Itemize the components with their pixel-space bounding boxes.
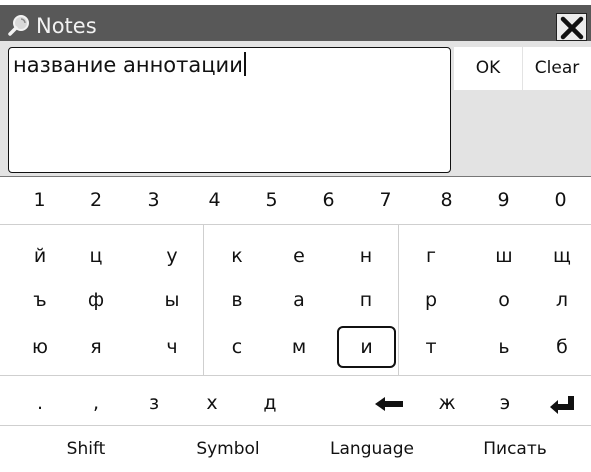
key-8[interactable]: 8 xyxy=(418,181,475,219)
key-ы[interactable]: ы xyxy=(143,281,201,319)
close-button[interactable] xyxy=(556,13,587,41)
key-э[interactable]: э xyxy=(476,384,534,422)
key-т[interactable]: т xyxy=(402,328,460,366)
key-ф[interactable]: ф xyxy=(67,281,125,319)
backspace-key[interactable] xyxy=(360,384,418,422)
key-ю[interactable]: ю xyxy=(10,328,70,366)
window-title: Notes xyxy=(36,14,97,38)
text-caret xyxy=(243,52,246,76)
virtual-keyboard xyxy=(0,176,591,472)
key-4[interactable]: 4 xyxy=(186,181,243,219)
key-ж[interactable]: ж xyxy=(418,384,476,422)
key-й[interactable]: й xyxy=(10,237,70,275)
group-divider xyxy=(203,225,204,375)
key-щ[interactable]: щ xyxy=(533,237,591,275)
symbol-key[interactable]: Symbol xyxy=(180,430,276,468)
row-divider xyxy=(0,375,591,376)
key-3[interactable]: 3 xyxy=(125,181,182,219)
group-divider xyxy=(398,225,399,375)
key-ъ[interactable]: ъ xyxy=(10,281,70,319)
key-к[interactable]: к xyxy=(208,237,266,275)
key-р[interactable]: р xyxy=(402,281,460,319)
key-ш[interactable]: ш xyxy=(475,237,533,275)
key-5[interactable]: 5 xyxy=(243,181,300,219)
key-9[interactable]: 9 xyxy=(475,181,532,219)
key-6[interactable]: 6 xyxy=(300,181,357,219)
key-в[interactable]: в xyxy=(208,281,266,319)
close-icon xyxy=(560,16,584,40)
key-а[interactable]: а xyxy=(270,281,328,319)
clear-button[interactable]: Clear xyxy=(522,47,591,90)
key-г[interactable]: г xyxy=(402,237,460,275)
key-х[interactable]: х xyxy=(183,384,241,422)
ok-button[interactable]: OK xyxy=(454,47,522,90)
key-ь[interactable]: ь xyxy=(475,328,533,366)
magnifier-icon xyxy=(8,15,29,36)
key-2[interactable]: 2 xyxy=(67,181,125,219)
key-п[interactable]: п xyxy=(337,281,395,319)
key-у[interactable]: у xyxy=(143,237,201,275)
key-е[interactable]: е xyxy=(270,237,328,275)
key-ц[interactable]: ц xyxy=(67,237,125,275)
left-arrow-icon xyxy=(375,396,403,411)
key-д[interactable]: д xyxy=(241,384,299,422)
write-key[interactable]: Писать xyxy=(462,430,568,468)
key-м[interactable]: м xyxy=(270,328,328,366)
key-з[interactable]: з xyxy=(125,384,183,422)
key-о[interactable]: о xyxy=(475,281,533,319)
shift-key[interactable]: Shift xyxy=(38,430,134,468)
note-text-value: название аннотации xyxy=(13,53,243,77)
key-б[interactable]: б xyxy=(533,328,591,366)
key-0[interactable]: 0 xyxy=(532,181,589,219)
row-divider xyxy=(0,224,591,225)
enter-key[interactable] xyxy=(535,384,589,422)
key-1[interactable]: 1 xyxy=(12,181,67,219)
note-text-input[interactable]: название аннотации xyxy=(8,47,451,173)
key-period[interactable]: . xyxy=(10,384,70,422)
key-и[interactable]: и xyxy=(337,328,396,366)
key-с[interactable]: с xyxy=(208,328,266,366)
title-bar: Notes xyxy=(0,5,591,41)
key-7[interactable]: 7 xyxy=(357,181,414,219)
row-divider xyxy=(0,425,591,426)
key-ч[interactable]: ч xyxy=(143,328,201,366)
key-н[interactable]: н xyxy=(337,237,395,275)
key-comma[interactable]: , xyxy=(67,384,125,422)
enter-icon xyxy=(550,395,574,414)
key-л[interactable]: л xyxy=(533,281,591,319)
key-я[interactable]: я xyxy=(67,328,125,366)
language-key[interactable]: Language xyxy=(318,430,426,468)
